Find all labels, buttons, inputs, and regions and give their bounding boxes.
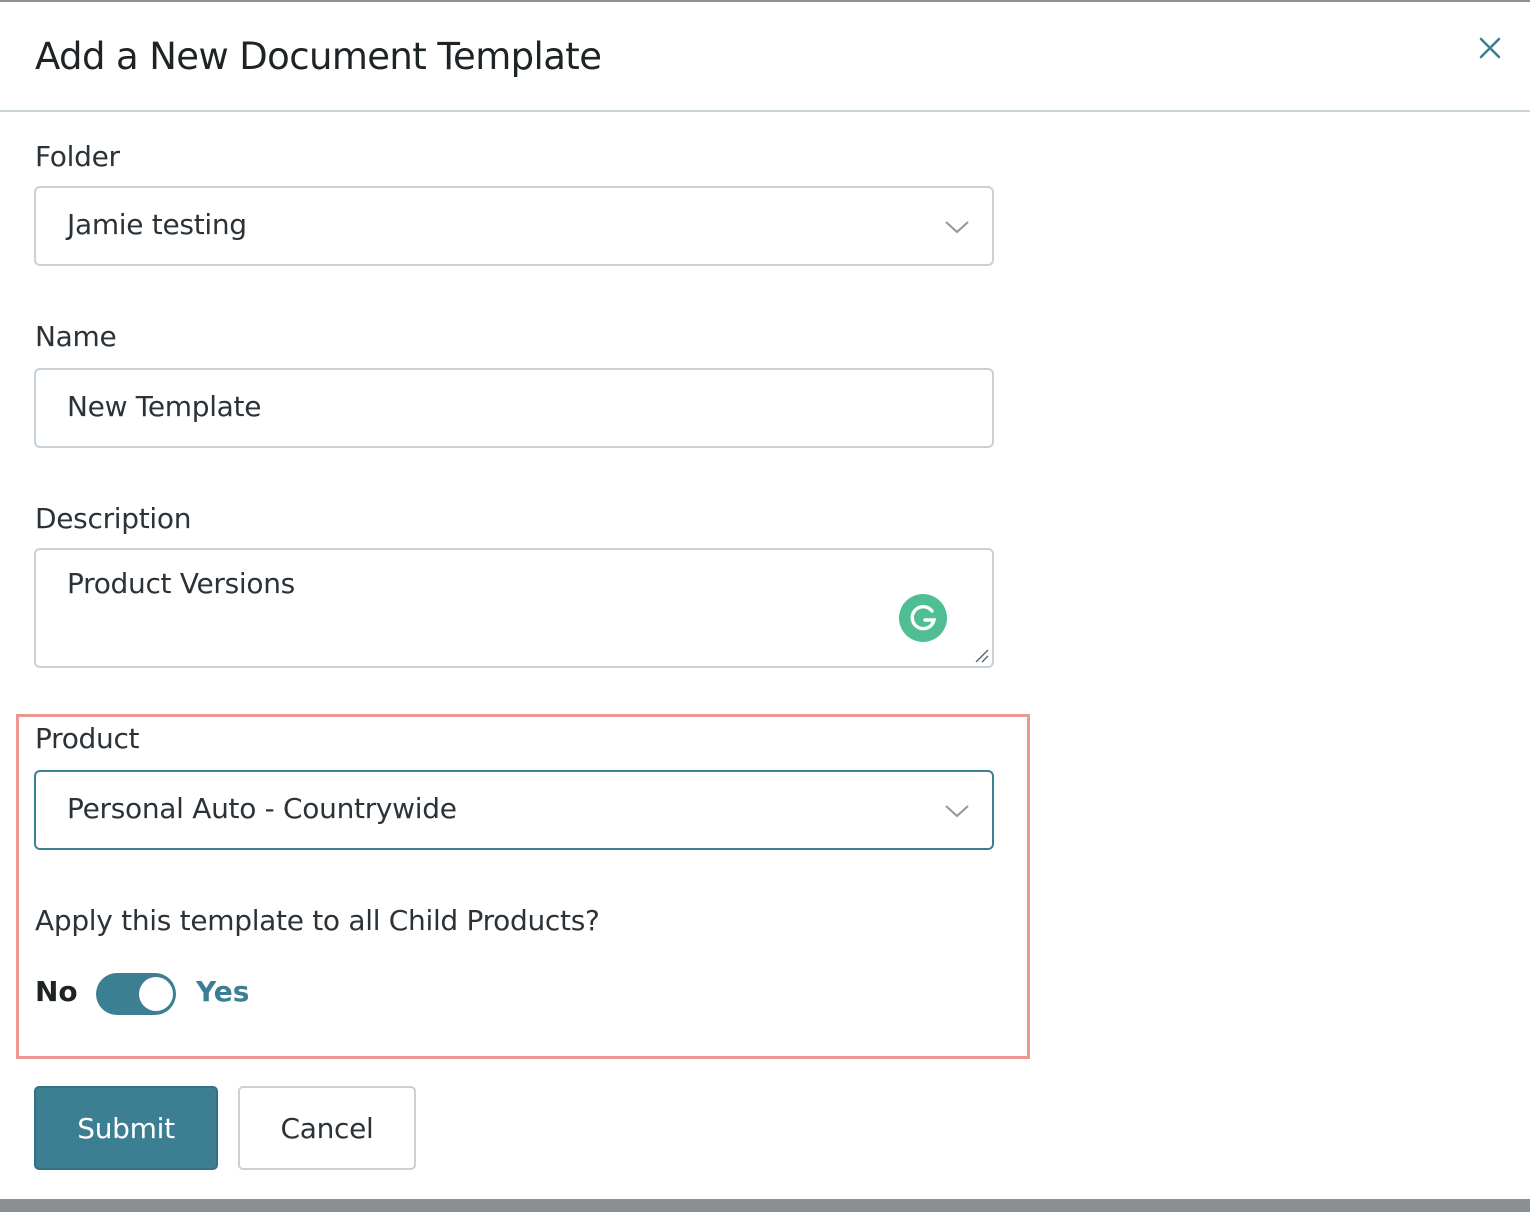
- apply-child-products-question: Apply this template to all Child Product…: [35, 904, 600, 937]
- folder-label: Folder: [35, 140, 120, 173]
- folder-select[interactable]: Jamie testing: [34, 186, 994, 266]
- apply-child-products-toggle[interactable]: [96, 973, 176, 1015]
- description-textarea-value: Product Versions: [67, 567, 295, 600]
- document-template-dialog: Add a New Document Template Folder Jamie…: [0, 2, 1530, 1199]
- description-label: Description: [35, 502, 192, 535]
- resize-handle-icon[interactable]: [972, 646, 990, 664]
- dialog-header: Add a New Document Template: [0, 2, 1530, 112]
- toggle-yes-label: Yes: [196, 975, 250, 1008]
- chevron-down-icon: [945, 805, 969, 818]
- product-label: Product: [35, 722, 140, 755]
- cancel-button[interactable]: Cancel: [238, 1086, 416, 1170]
- close-icon: [1479, 37, 1501, 59]
- folder-select-value: Jamie testing: [67, 208, 247, 241]
- grammarly-icon: [910, 604, 937, 631]
- product-select[interactable]: Personal Auto - Countrywide: [34, 770, 994, 850]
- dialog-title: Add a New Document Template: [35, 35, 602, 78]
- toggle-no-label: No: [35, 975, 78, 1008]
- name-label: Name: [35, 320, 117, 353]
- description-textarea[interactable]: Product Versions: [34, 548, 994, 668]
- name-input-value: New Template: [67, 390, 262, 423]
- submit-button[interactable]: Submit: [34, 1086, 218, 1170]
- toggle-knob: [139, 977, 173, 1011]
- chevron-down-icon: [945, 221, 969, 234]
- product-select-value: Personal Auto - Countrywide: [67, 792, 457, 825]
- name-input[interactable]: New Template: [34, 368, 994, 448]
- grammarly-button[interactable]: [899, 594, 947, 642]
- close-button[interactable]: [1474, 32, 1506, 64]
